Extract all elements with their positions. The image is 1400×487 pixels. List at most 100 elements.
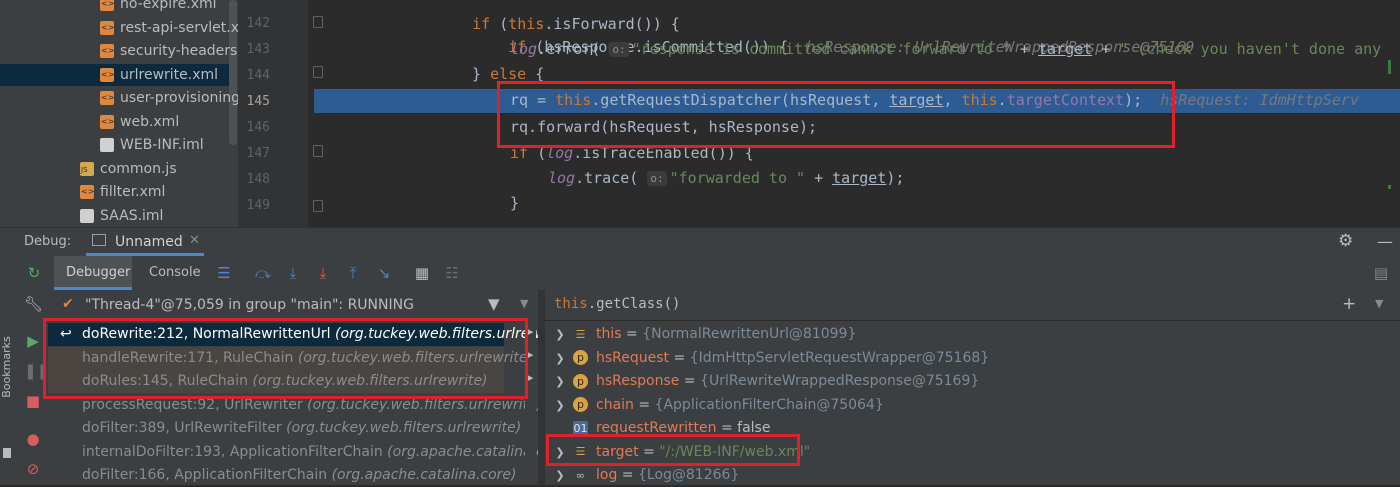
tree-item-label: rest-api-servlet.xı <box>120 19 238 36</box>
fold-marker-icon[interactable] <box>313 200 323 212</box>
parameter-icon: p <box>573 350 588 365</box>
chevron-down-icon[interactable]: ▼ <box>520 297 528 310</box>
variable-name: log <box>596 467 618 483</box>
stack-frame[interactable]: internalDoFilter:193, ApplicationFilterC… <box>48 441 572 464</box>
variable-name: hsRequest <box>596 349 670 366</box>
watch-icon: ∞ <box>575 468 586 482</box>
add-watch-icon[interactable]: + <box>1342 294 1356 314</box>
xml-file-icon <box>100 91 114 105</box>
trace-icon[interactable]: ☷ <box>443 264 461 282</box>
gear-icon[interactable]: ⚙ <box>1338 231 1353 251</box>
change-marker <box>1388 185 1391 189</box>
step-out-icon[interactable]: ⤒ <box>344 264 362 282</box>
filter-icon[interactable]: ▼ <box>488 295 500 313</box>
parameter-icon: p <box>573 397 588 412</box>
tree-item[interactable]: WEB-INF.iml <box>100 134 204 156</box>
stack-frame[interactable]: doFilter:389, UrlRewriteFilter (org.tuck… <box>48 417 521 440</box>
editor-gutter <box>238 0 308 227</box>
chevron-right-icon[interactable]: ❯ <box>553 323 567 346</box>
tree-item-label: WEB-INF.iml <box>120 137 204 153</box>
bookmarks-sidebar-label[interactable]: Bookmarks <box>0 332 14 402</box>
chevron-right-icon[interactable]: ❯ <box>553 347 567 370</box>
variable-row[interactable]: ❯ p chain = {ApplicationFilterChain@75064} <box>545 394 1400 417</box>
thread-selector[interactable]: "Thread-4"@75,059 in group "main": RUNNI… <box>85 297 414 313</box>
tab-debugger-label: Debugger <box>66 265 131 280</box>
evaluate-table-icon[interactable]: ▦ <box>413 264 431 282</box>
force-step-into-icon[interactable]: ⤓ <box>314 264 332 282</box>
variable-name: this <box>596 326 622 342</box>
variable-row[interactable]: ❯ ∞ log = {Log@81266} <box>545 464 1400 487</box>
chevron-right-icon[interactable]: ❯ <box>553 464 567 487</box>
tree-item[interactable]: security-headers. <box>100 40 238 62</box>
stack-frame[interactable]: doFilter:166, ApplicationFilterChain (or… <box>48 464 516 487</box>
tree-item[interactable]: web.xml <box>100 111 179 133</box>
tab-debugger[interactable]: Debugger <box>54 256 132 290</box>
panel-divider[interactable] <box>538 290 545 485</box>
watch-expression[interactable]: this.getClass() <box>554 296 680 312</box>
rerun-icon[interactable]: ↻ <box>25 264 43 282</box>
tab-console[interactable]: Console <box>136 256 206 290</box>
chevron-right-icon[interactable]: ❯ <box>553 370 567 393</box>
param-hint: o: <box>647 171 667 186</box>
code-line-142: if (hsResponse.isCommitted()) { hsRespon… <box>508 38 1195 56</box>
tree-item[interactable]: rest-api-servlet.xı <box>100 17 238 39</box>
stop-icon[interactable]: ■ <box>24 392 42 410</box>
fold-marker-icon[interactable] <box>313 16 323 28</box>
checkmark-icon: ✔ <box>62 296 74 312</box>
line-number: 142 <box>246 16 270 31</box>
close-icon[interactable]: ✕ <box>189 233 200 248</box>
tree-item-label: user-provisioning <box>120 90 238 106</box>
wrench-icon[interactable]: 🔧︎ <box>24 295 43 313</box>
chevron-right-icon[interactable]: ❯ <box>553 394 567 417</box>
view-breakpoints-icon[interactable]: ● <box>24 430 42 448</box>
field-icon: ☰ <box>575 327 586 341</box>
variable-row[interactable]: ❯ p hsResponse = {UrlRewriteWrappedRespons… <box>545 370 1400 393</box>
equals-sign: = <box>679 373 701 389</box>
xml-file-icon <box>80 185 94 199</box>
variable-value: {UrlRewriteWrappedResponse@75169} <box>700 373 980 389</box>
fold-marker-icon[interactable] <box>313 66 323 78</box>
tab-console-label: Console <box>149 265 201 280</box>
variable-row[interactable]: ❯ p hsRequest = {IdmHttpServletRequestWrap… <box>545 347 1400 370</box>
tree-item[interactable]: urlrewrite.xml <box>0 63 229 86</box>
run-to-cursor-icon[interactable]: ↘ <box>375 264 393 282</box>
chevron-down-icon[interactable]: ▼ <box>1375 297 1383 310</box>
watch-expression-bar[interactable]: this.getClass() + ▼ <box>545 290 1400 321</box>
tree-item[interactable]: no-expire.xml <box>100 0 217 15</box>
line-number: 144 <box>246 68 270 83</box>
frame-method: internalDoFilter:193, ApplicationFilterC… <box>82 443 388 460</box>
tree-item-label: no-expire.xml <box>120 0 217 12</box>
xml-file-icon <box>100 67 114 82</box>
minimize-icon[interactable]: — <box>1377 232 1393 251</box>
line-number: 148 <box>246 172 270 187</box>
parameter-icon: p <box>573 373 588 389</box>
layout-icon[interactable]: ▤ <box>1372 264 1390 282</box>
tree-item[interactable]: fillter.xml <box>80 181 165 203</box>
resume-icon[interactable]: ▶ <box>24 332 42 350</box>
session-tab-label: Unnamed <box>115 234 183 250</box>
highlight-box-variable <box>546 434 800 466</box>
project-tree: no-expire.xml rest-api-servlet.xı security… <box>0 0 238 227</box>
tab-debug-session[interactable]: Unnamed ✕ <box>86 228 204 256</box>
tree-item[interactable]: user-provisioning <box>100 87 238 109</box>
tree-item[interactable]: common.js <box>80 158 177 180</box>
xml-file-icon <box>100 114 114 129</box>
xml-file-icon <box>100 20 114 35</box>
pause-icon[interactable]: ❚❚ <box>24 362 49 380</box>
line-number: 149 <box>246 198 270 213</box>
step-into-icon[interactable]: ⤓ <box>284 264 302 282</box>
tree-item-label: fillter.xml <box>100 184 166 200</box>
show-execution-point-icon[interactable]: ☰ <box>215 264 233 282</box>
fold-marker-icon[interactable] <box>313 145 323 157</box>
step-over-icon[interactable]: ⤼ <box>254 264 272 282</box>
debug-toolbar: ↻ Debugger Console ☰ ⤼ ⤓ ⤓ ⤒ ↘ ▦ ☷ ▤ <box>0 256 1400 291</box>
tree-item[interactable]: SAAS.iml <box>80 205 163 227</box>
change-marker <box>1388 60 1391 74</box>
iml-file-icon <box>100 138 114 152</box>
variable-row[interactable]: ❯ ☰ this = {NormalRewrittenUrl@81099} <box>545 323 1400 346</box>
bookmark-icon[interactable] <box>3 448 11 458</box>
debug-label: Debug: <box>24 234 72 249</box>
highlight-box-code <box>497 81 1175 148</box>
mute-breakpoints-icon[interactable]: ⊘ <box>24 460 42 478</box>
debug-header: Debug: Unnamed ✕ ⚙ — <box>0 227 1400 257</box>
